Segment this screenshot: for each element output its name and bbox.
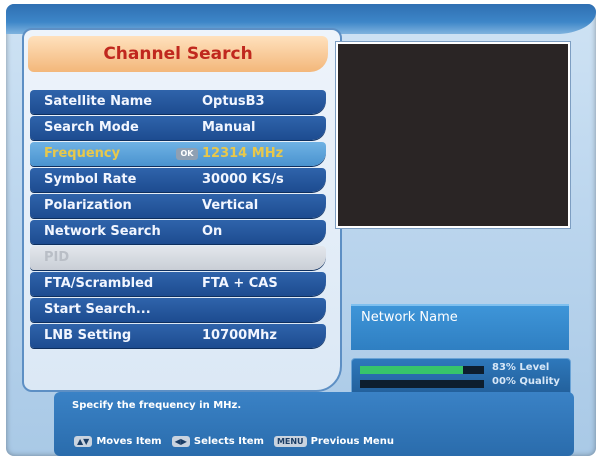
frequency-value: 12314 MHz xyxy=(202,146,284,161)
menu-item-network-search[interactable]: Network Search On xyxy=(30,220,326,244)
menu-item-label: FTA/Scrambled xyxy=(44,276,154,291)
menu-item-value: On xyxy=(202,224,223,239)
menu-item-label: Satellite Name xyxy=(44,94,153,109)
network-name-label: Network Name xyxy=(361,310,458,325)
menu-item-lnb-setting[interactable]: LNB Setting 10700Mhz xyxy=(30,324,326,348)
menu-item-value: 10700Mhz xyxy=(202,328,277,343)
menu-item-pid: PID xyxy=(30,246,326,270)
menu-item-value: FTA + CAS xyxy=(202,276,278,291)
menu-item-fta-scrambled[interactable]: FTA/Scrambled FTA + CAS xyxy=(30,272,326,296)
video-preview xyxy=(336,42,570,228)
menu-item-label: Polarization xyxy=(44,198,132,213)
menu-item-label: Search Mode xyxy=(44,120,139,135)
page-title: Channel Search xyxy=(28,36,328,72)
menu-item-start-search[interactable]: Start Search... xyxy=(30,298,326,322)
level-label: 83% Level xyxy=(492,362,550,373)
ok-key-icon: OK xyxy=(176,148,198,160)
menu-item-value: 30000 KS/s xyxy=(202,172,284,187)
menu-key-icon: MENU xyxy=(273,436,307,447)
left-right-arrow-icon: ◀▶ xyxy=(171,436,190,447)
menu-item-label: LNB Setting xyxy=(44,328,132,343)
help-bar: Specify the frequency in MHz. ▲▼ Moves I… xyxy=(54,392,574,456)
menu-item-label: Network Search xyxy=(44,224,161,239)
up-down-arrow-icon: ▲▼ xyxy=(74,436,93,447)
quality-bar xyxy=(360,380,484,388)
level-bar xyxy=(360,366,484,374)
tv-screen: Channel Search Satellite Name OptusB3 Se… xyxy=(6,4,596,456)
menu-item-polarization[interactable]: Polarization Vertical xyxy=(30,194,326,218)
signal-meter: 83% Level 00% Quality xyxy=(351,358,571,396)
menu-item-symbol-rate[interactable]: Symbol Rate 30000 KS/s xyxy=(30,168,326,192)
help-text: Specify the frequency in MHz. xyxy=(72,400,242,411)
quality-label: 00% Quality xyxy=(492,376,560,387)
network-name-box: Network Name xyxy=(351,304,569,350)
menu-item-satellite-name[interactable]: Satellite Name OptusB3 xyxy=(30,90,326,114)
menu-item-label: Frequency xyxy=(44,146,121,161)
menu-item-search-mode[interactable]: Search Mode Manual xyxy=(30,116,326,140)
legend-previous-menu: Previous Menu xyxy=(310,436,394,447)
menu-item-value: Manual xyxy=(202,120,256,135)
menu-item-label: Symbol Rate xyxy=(44,172,137,187)
menu-item-value: OptusB3 xyxy=(202,94,265,109)
menu-item-label: PID xyxy=(44,250,70,265)
menu-item-frequency[interactable]: Frequency OK 12314 MHz xyxy=(30,142,326,166)
legend-moves-item: Moves Item xyxy=(96,436,162,447)
level-bar-fill xyxy=(360,366,463,374)
key-legend: ▲▼ Moves Item ◀▶ Selects Item MENU Previ… xyxy=(74,436,404,447)
legend-selects-item: Selects Item xyxy=(193,436,264,447)
menu-item-value: Vertical xyxy=(202,198,259,213)
menu-item-label: Start Search... xyxy=(44,302,151,317)
